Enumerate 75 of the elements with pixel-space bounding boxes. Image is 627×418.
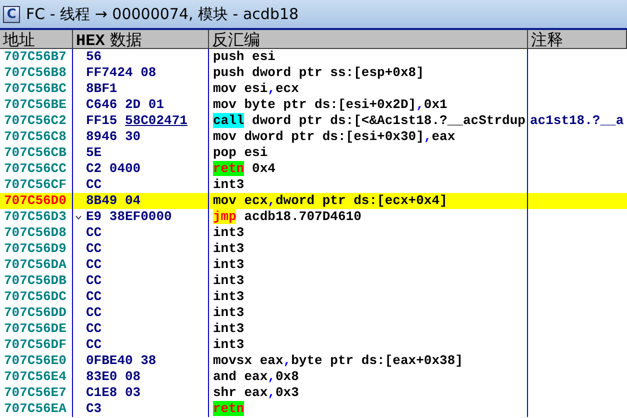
instruction: mov ecx,dword ptr ds:[ecx+0x4] (213, 193, 448, 208)
instruction: push esi (213, 49, 276, 64)
address-cell: 707C56D3 (0, 209, 73, 225)
instruction: int3 (213, 257, 244, 272)
column-header[interactable]: 注释 (528, 30, 627, 49)
instruction: int3 (213, 225, 244, 240)
hex-bytes: CC (86, 177, 102, 192)
address-cell: 707C56B7 (0, 49, 73, 65)
hex-bytes: FF15 58C02471 (86, 113, 188, 128)
address-cell: 707C56BC (0, 81, 73, 97)
instruction: int3 (213, 305, 244, 320)
hex-bytes: 5E (86, 145, 102, 160)
instruction: mov byte ptr ds:[esi+0x2D],0x1 (213, 97, 448, 112)
instruction: mov dword ptr ds:[esi+0x30],eax (213, 129, 456, 144)
hex-bytes: 8946 30 (86, 129, 141, 144)
address-cell: 707C56D0 (0, 193, 73, 209)
instruction: int3 (213, 241, 244, 256)
instruction: jmp acdb18.707D4610 (213, 209, 362, 224)
hex-bytes: C1E8 03 (86, 385, 141, 400)
hex-bytes: 83E0 08 (86, 369, 141, 384)
column-header[interactable]: 地址 (0, 30, 73, 49)
instruction: call dword ptr ds:[<&Ac1st18.?__acStrdup (213, 113, 526, 128)
address-cell: 707C56E7 (0, 385, 73, 401)
address-cell: 707C56CB (0, 145, 73, 161)
hex-bytes: E9 38EF0000 (86, 209, 172, 224)
hex-bytes: CC (86, 337, 102, 352)
address-cell: 707C56DE (0, 321, 73, 337)
hex-bytes: C646 2D 01 (86, 97, 164, 112)
address-cell: 707C56DD (0, 305, 73, 321)
address-cell: 707C56C2 (0, 113, 73, 129)
hex-bytes: 0FBE40 38 (86, 353, 156, 368)
instruction: push dword ptr ss:[esp+0x8] (213, 65, 424, 80)
hex-bytes: CC (86, 321, 102, 336)
hex-bytes: CC (86, 241, 102, 256)
hex-bytes: CC (86, 289, 102, 304)
hex-bytes: C2 0400 (86, 161, 141, 176)
address-cell: 707C56DB (0, 273, 73, 289)
address-cell: 707C56D8 (0, 225, 73, 241)
instruction: retn 0x4 (213, 161, 276, 176)
app-icon: C (3, 6, 20, 22)
instruction: movsx eax,byte ptr ds:[eax+0x38] (213, 353, 463, 368)
instruction: shr eax,0x3 (213, 385, 299, 400)
hex-bytes: CC (86, 257, 102, 272)
window-title: FC - 线程 → 00000074, 模块 - acdb18 (26, 4, 299, 24)
hex-bytes: CC (86, 225, 102, 240)
address-cell: 707C56E4 (0, 369, 73, 385)
hex-bytes: CC (86, 305, 102, 320)
hex-bytes: CC (86, 273, 102, 288)
instruction: int3 (213, 289, 244, 304)
hex-bytes: 8B49 04 (86, 193, 141, 208)
instruction: int3 (213, 273, 244, 288)
instruction: int3 (213, 337, 244, 352)
address-cell: 707C56E0 (0, 353, 73, 369)
address-cell: 707C56EA (0, 401, 73, 417)
address-cell: 707C56B8 (0, 65, 73, 81)
address-cell: 707C56BE (0, 97, 73, 113)
address-cell: 707C56D9 (0, 241, 73, 257)
address-cell: 707C56C8 (0, 129, 73, 145)
instruction: retn (213, 401, 244, 416)
hex-bytes: C3 (86, 401, 102, 416)
address-cell: 707C56CC (0, 161, 73, 177)
hex-bytes: 56 (86, 49, 102, 64)
address-cell: 707C56DF (0, 337, 73, 353)
hex-bytes: 8BF1 (86, 81, 118, 96)
instruction: and eax,0x8 (213, 369, 299, 384)
column-header[interactable]: HEX 数据 (73, 30, 209, 49)
address-cell: 707C56DC (0, 289, 73, 305)
hex-bytes: FF7424 08 (86, 65, 156, 80)
instruction: int3 (213, 321, 244, 336)
comment-text: ac1st18.?__a (530, 113, 624, 128)
instruction: pop esi (213, 145, 268, 160)
instruction: mov esi,ecx (213, 81, 299, 96)
instruction: int3 (213, 177, 244, 192)
column-header[interactable]: 反汇编 (209, 30, 528, 49)
address-cell: 707C56DA (0, 257, 73, 273)
